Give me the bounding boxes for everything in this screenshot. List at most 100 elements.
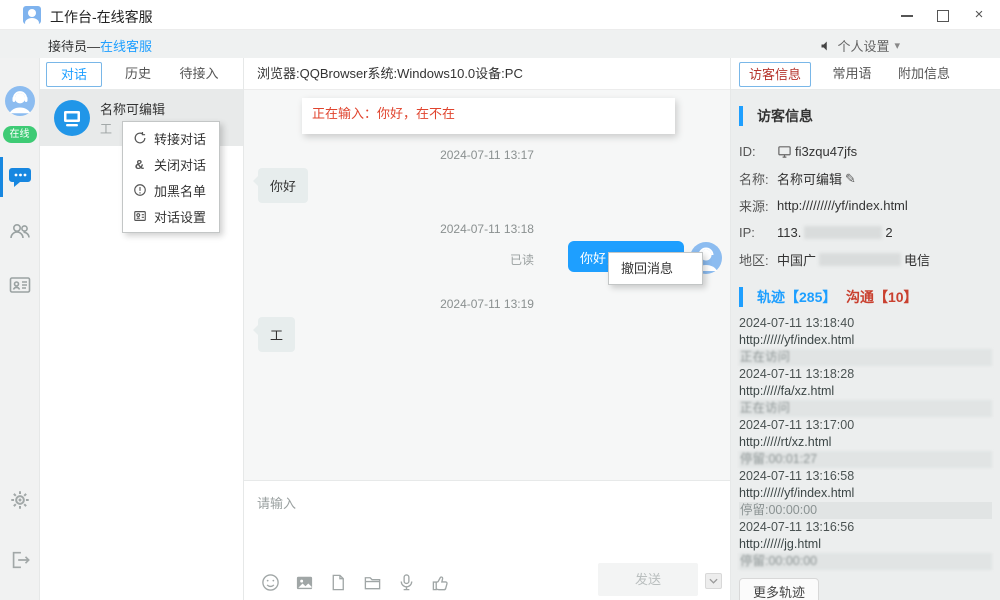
track-url[interactable]: http://////yf/index.html — [739, 332, 992, 349]
nav-conversations[interactable] — [0, 157, 40, 197]
visitor-name: 名称可编辑 — [100, 99, 165, 118]
image-icon[interactable] — [294, 572, 314, 592]
menu-item-close-chat[interactable]: & 关闭对话 — [123, 151, 219, 177]
tab-visitor-info[interactable]: 访客信息 — [739, 62, 811, 87]
field-source: 来源: http://///////yf/index.html — [739, 192, 992, 219]
field-label: 来源: — [739, 196, 777, 215]
timestamp: 2024-07-11 13:17 — [244, 148, 730, 162]
emoji-icon[interactable] — [260, 572, 280, 592]
track-item: 2024-07-11 13:18:40 http://////yf/index.… — [739, 315, 992, 366]
minimize-button[interactable] — [900, 8, 914, 22]
mic-icon[interactable] — [396, 572, 416, 592]
speaker-mute-icon[interactable] — [820, 40, 832, 52]
sub-header: 接待员—在线客服 个人设置 ▾ — [0, 30, 1000, 58]
track-url[interactable]: http://////yf/index.html — [739, 485, 992, 502]
track-list: 2024-07-11 13:18:40 http://////yf/index.… — [739, 315, 992, 570]
chat-settings-icon — [132, 209, 147, 224]
agent-name-link[interactable]: 在线客服 — [100, 39, 152, 54]
nav-settings[interactable] — [0, 480, 40, 520]
visitor-device-header: 浏览器:QQBrowser系统:Windows10.0设备:PC — [244, 58, 730, 90]
tab-extra-info[interactable]: 附加信息 — [891, 62, 957, 87]
incoming-message-bubble[interactable]: 工 — [258, 317, 295, 352]
chat-bubble-icon — [8, 165, 32, 189]
thumbs-up-icon[interactable] — [430, 572, 450, 592]
menu-item-blacklist[interactable]: 加黑名单 — [123, 177, 219, 203]
title-bar: 工作台-在线客服 × — [0, 0, 1000, 30]
conversation-context-menu: 转接对话 & 关闭对话 加黑名单 对话设置 — [122, 121, 220, 233]
maximize-button[interactable] — [936, 8, 950, 22]
visitor-panel-body: 访客信息 ID: fi3zqu47jfs 名称: 名称可编辑 ✎ 来源: htt… — [731, 90, 1000, 600]
section-accent-bar — [739, 106, 743, 126]
personal-settings-button[interactable]: 个人设置 — [837, 36, 889, 55]
conversation-tabs: 对话 历史 待接入 — [40, 58, 243, 90]
visitor-monitor-avatar — [54, 100, 90, 136]
chevron-down-icon — [709, 578, 718, 584]
track-item: 2024-07-11 13:17:00 http://///rt/xz.html… — [739, 417, 992, 468]
menu-item-chat-settings[interactable]: 对话设置 — [123, 203, 219, 229]
send-options-toggle[interactable] — [705, 573, 722, 589]
tab-common-phrases[interactable]: 常用语 — [826, 62, 878, 87]
menu-item-transfer[interactable]: 转接对话 — [123, 125, 219, 151]
field-ip: IP: 113. 2 — [739, 219, 992, 246]
nav-visitor-cards[interactable] — [0, 265, 40, 305]
tab-pending[interactable]: 待接入 — [170, 62, 228, 87]
field-label: 名称: — [739, 169, 777, 188]
message-input[interactable]: 请输入 — [257, 493, 296, 512]
timestamp: 2024-07-11 13:18 — [244, 222, 730, 236]
tab-dialogue[interactable]: 对话 — [46, 62, 102, 87]
track-url[interactable]: http://///rt/xz.html — [739, 434, 992, 451]
visitor-id-value: fi3zqu47jfs — [795, 144, 857, 159]
send-button[interactable]: 发送 — [598, 563, 698, 596]
visitor-panel-tabs: 访客信息 常用语 附加信息 — [731, 58, 1000, 90]
people-icon — [8, 219, 32, 243]
track-status: 停留:00:00:00 — [739, 502, 992, 519]
redacted-text — [804, 226, 882, 239]
close-button[interactable]: × — [972, 8, 986, 22]
file-icon[interactable] — [328, 572, 348, 592]
track-count-label: 轨迹【285】 — [757, 289, 836, 305]
field-region: 地区: 中国广 电信 — [739, 246, 992, 273]
visitor-source-url[interactable]: http://///////yf/index.html — [777, 198, 908, 213]
id-card-icon — [8, 273, 32, 297]
track-time: 2024-07-11 13:16:56 — [739, 519, 992, 536]
track-time: 2024-07-11 13:18:40 — [739, 315, 992, 332]
field-label: 地区: — [739, 250, 777, 269]
transfer-icon — [132, 131, 147, 146]
track-url[interactable]: http://////jg.html — [739, 536, 992, 553]
field-name: 名称: 名称可编辑 ✎ — [739, 165, 992, 192]
message-canvas: 正在输入：你好，在不在 2024-07-11 13:17 你好 2024-07-… — [244, 90, 730, 480]
track-item: 2024-07-11 13:16:58 http://////yf/index.… — [739, 468, 992, 519]
edit-name-icon[interactable]: ✎ — [845, 171, 856, 187]
timestamp: 2024-07-11 13:19 — [244, 297, 730, 311]
track-status: 正在访问 — [739, 349, 992, 366]
track-time: 2024-07-11 13:18:28 — [739, 366, 992, 383]
logout-icon — [9, 549, 31, 571]
composer-toolbar — [260, 572, 450, 592]
folder-icon[interactable] — [362, 572, 382, 592]
visitor-ip-suffix: 2 — [885, 225, 892, 240]
recall-message-menu-item[interactable]: 撤回消息 — [608, 252, 703, 285]
conversation-preview: 工 — [100, 120, 112, 137]
menu-label: 加黑名单 — [154, 181, 206, 200]
chevron-down-icon: ▾ — [894, 39, 900, 52]
gear-icon — [9, 489, 31, 511]
nav-logout[interactable] — [0, 540, 40, 580]
field-id: ID: fi3zqu47jfs — [739, 138, 992, 165]
tab-history[interactable]: 历史 — [116, 62, 160, 87]
agent-avatar[interactable] — [5, 86, 35, 116]
menu-label: 对话设置 — [154, 207, 206, 226]
visitor-region-prefix: 中国广 — [777, 250, 816, 269]
agent-prefix-label: 接待员— — [48, 39, 100, 54]
nav-contacts[interactable] — [0, 211, 40, 251]
menu-label: 关闭对话 — [154, 155, 206, 174]
more-tracks-button[interactable]: 更多轨迹 — [739, 578, 819, 600]
incoming-message-bubble[interactable]: 你好 — [258, 168, 308, 203]
typing-indicator: 正在输入：你好，在不在 — [302, 98, 675, 134]
section-title: 访客信息 — [757, 106, 813, 126]
blacklist-icon — [132, 183, 147, 198]
track-status: 停留:00:01:27 — [739, 451, 992, 468]
track-url[interactable]: http://///fa/xz.html — [739, 383, 992, 400]
online-status-badge[interactable]: 在线 — [3, 126, 37, 143]
track-item: 2024-07-11 13:16:56 http://////jg.html 停… — [739, 519, 992, 570]
track-section-header: 轨迹【285】 沟通【10】 — [739, 285, 992, 309]
